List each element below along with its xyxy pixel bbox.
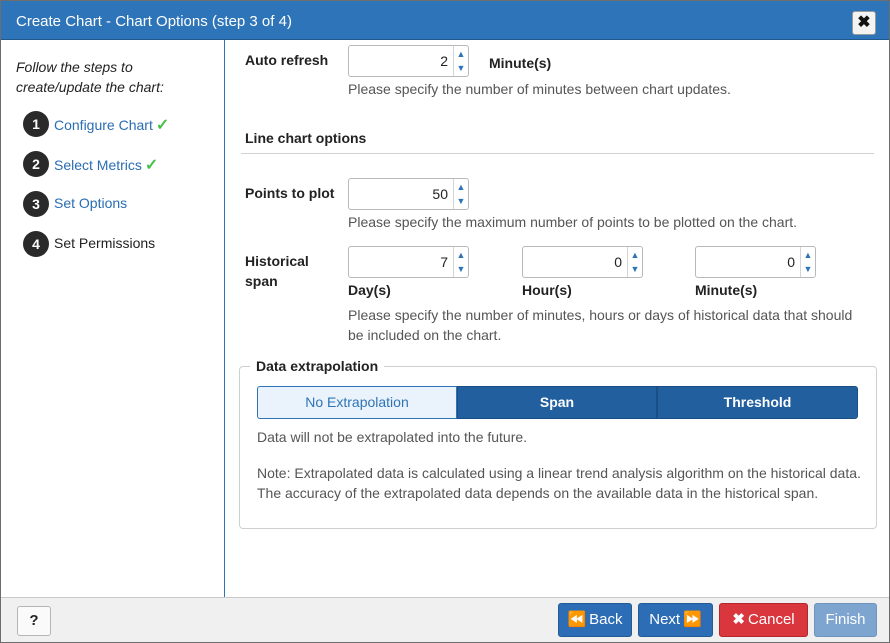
dialog-title: Create Chart - Chart Options (step 3 of … [16, 13, 292, 30]
historical-minutes-spinner: ▲ ▼ [800, 247, 815, 277]
auto-refresh-help: Please specify the number of minutes bet… [348, 81, 731, 97]
finish-button[interactable]: Finish [814, 603, 877, 637]
next-button[interactable]: Next ⏩ [638, 603, 713, 637]
step-number: 2 [23, 151, 49, 177]
increment-icon[interactable]: ▲ [456, 47, 466, 61]
historical-days-spinner: ▲ ▼ [453, 247, 468, 277]
increment-icon[interactable]: ▲ [456, 180, 466, 194]
auto-refresh-spinner: ▲ ▼ [453, 46, 468, 76]
line-chart-options-heading: Line chart options [245, 130, 367, 146]
historical-span-label-line1: Historical [245, 253, 309, 269]
points-to-plot-value: 50 [432, 186, 448, 202]
chart-options-form: Auto refresh 2 ▲ ▼ Minute(s) Please spec… [226, 40, 889, 597]
wizard-steps-sidebar: Follow the steps to create/update the ch… [1, 40, 225, 597]
help-button[interactable]: ? [17, 606, 51, 636]
historical-span-label-line2: span [245, 273, 278, 289]
step-label[interactable]: Configure Chart ✓ [54, 115, 169, 135]
points-to-plot-input[interactable]: 50 ▲ ▼ [348, 178, 469, 210]
decrement-icon[interactable]: ▼ [456, 262, 466, 276]
data-extrapolation-legend: Data extrapolation [250, 358, 385, 374]
historical-hours-input[interactable]: 0 ▲ ▼ [522, 246, 643, 278]
step-number: 3 [23, 191, 49, 217]
historical-span-help-line2: be included on the chart. [348, 327, 502, 343]
section-divider [241, 153, 874, 154]
historical-days-value: 7 [440, 254, 448, 270]
decrement-icon[interactable]: ▼ [456, 194, 466, 208]
no-extrapolation-button[interactable]: No Extrapolation [257, 386, 457, 419]
auto-refresh-unit: Minute(s) [489, 55, 552, 71]
decrement-icon[interactable]: ▼ [630, 262, 640, 276]
fast-forward-icon: ⏩ [683, 611, 702, 628]
auto-refresh-label: Auto refresh [245, 52, 329, 68]
step-number: 4 [23, 231, 49, 257]
step-number: 1 [23, 111, 49, 137]
next-label: Next [649, 611, 681, 628]
historical-days-input[interactable]: 7 ▲ ▼ [348, 246, 469, 278]
historical-span-help-line1: Please specify the number of minutes, ho… [348, 307, 853, 323]
historical-minutes-value: 0 [787, 254, 795, 270]
points-to-plot-spinner: ▲ ▼ [453, 179, 468, 209]
create-chart-dialog: Create Chart - Chart Options (step 3 of … [0, 0, 890, 643]
historical-hours-value: 0 [614, 254, 622, 270]
auto-refresh-value: 2 [440, 53, 448, 69]
step-label[interactable]: Set Options [54, 195, 127, 211]
data-extrapolation-group: Data extrapolation No Extrapolation Span… [239, 358, 877, 529]
checkmark-icon: ✓ [144, 157, 159, 174]
increment-icon[interactable]: ▲ [630, 248, 640, 262]
back-label: Back [589, 611, 623, 628]
cancel-label: Cancel [747, 611, 795, 628]
historical-hours-spinner: ▲ ▼ [627, 247, 642, 277]
cancel-button[interactable]: ✖ Cancel [719, 603, 808, 637]
back-button[interactable]: ⏪ Back [558, 603, 632, 637]
rewind-icon: ⏪ [567, 611, 587, 628]
extrapolation-note-line1: Note: Extrapolated data is calculated us… [257, 465, 861, 481]
points-to-plot-label: Points to plot [245, 185, 335, 201]
dialog-footer: ? ⏪ Back Next ⏩ ✖ Cancel Finish [1, 597, 889, 642]
extrapolation-description: Data will not be extrapolated into the f… [257, 429, 528, 445]
historical-hours-unit: Hour(s) [522, 282, 572, 298]
auto-refresh-input[interactable]: 2 ▲ ▼ [348, 45, 469, 77]
close-icon: ✖ [732, 611, 745, 628]
checkmark-icon: ✓ [155, 117, 170, 134]
increment-icon[interactable]: ▲ [456, 248, 466, 262]
historical-minutes-input[interactable]: 0 ▲ ▼ [695, 246, 816, 278]
close-button[interactable]: ✖ [852, 11, 876, 35]
points-to-plot-help: Please specify the maximum number of poi… [348, 214, 798, 230]
threshold-button[interactable]: Threshold [657, 386, 858, 419]
step-label: Set Permissions [54, 235, 156, 251]
historical-minutes-unit: Minute(s) [695, 282, 758, 298]
span-button[interactable]: Span [457, 386, 657, 419]
decrement-icon[interactable]: ▼ [803, 262, 813, 276]
extrapolation-note-line2: The accuracy of the extrapolated data de… [257, 485, 819, 501]
increment-icon[interactable]: ▲ [803, 248, 813, 262]
dialog-titlebar: Create Chart - Chart Options (step 3 of … [1, 1, 889, 40]
decrement-icon[interactable]: ▼ [456, 61, 466, 75]
sidebar-intro: Follow the steps to create/update the ch… [16, 59, 164, 95]
close-icon: ✖ [857, 14, 871, 31]
historical-days-unit: Day(s) [348, 282, 391, 298]
step-label[interactable]: Select Metrics ✓ [54, 155, 158, 175]
